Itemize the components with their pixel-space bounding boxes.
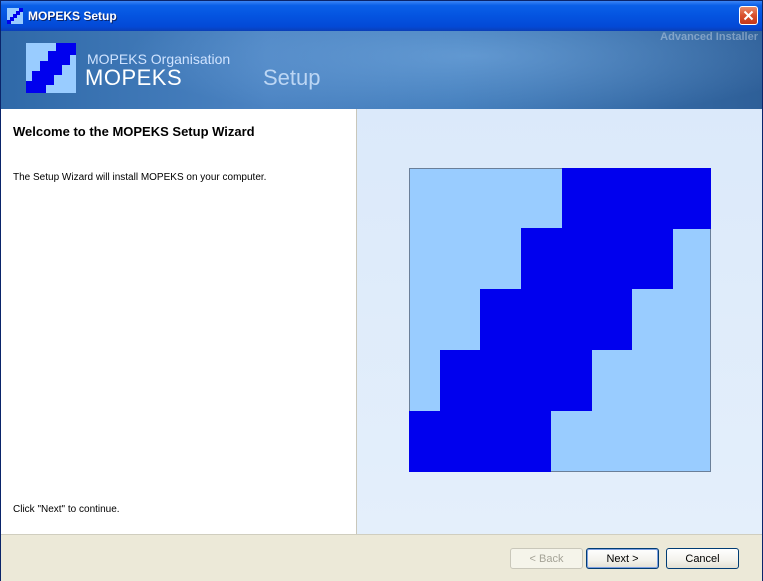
banner-setup-label: Setup	[263, 65, 321, 90]
close-icon	[743, 10, 754, 21]
banner-logo	[26, 43, 76, 93]
cancel-button[interactable]: Cancel	[666, 548, 739, 569]
setup-window: MOPEKS Setup MOPEKS Organisation MOPEKS …	[0, 0, 763, 581]
welcome-panel: Welcome to the MOPEKS Setup Wizard The S…	[1, 109, 357, 534]
welcome-title: Welcome to the MOPEKS Setup Wizard	[13, 124, 255, 139]
mopeks-logo	[409, 168, 711, 472]
button-bar: < Back Next > Cancel	[1, 534, 762, 581]
image-panel	[357, 109, 762, 534]
close-button[interactable]	[739, 6, 758, 25]
banner-product-name: MOPEKS	[85, 65, 183, 90]
mopeks-app-icon	[7, 8, 23, 24]
window-title: MOPEKS Setup	[28, 9, 117, 23]
header-banner: MOPEKS Organisation MOPEKS Setup Advance…	[1, 31, 762, 109]
continue-hint: Click "Next" to continue.	[13, 504, 120, 515]
title-bar[interactable]: MOPEKS Setup	[1, 1, 762, 31]
welcome-description: The Setup Wizard will install MOPEKS on …	[13, 172, 267, 183]
next-button[interactable]: Next >	[586, 548, 659, 569]
back-button[interactable]: < Back	[510, 548, 583, 569]
installer-watermark: Advanced Installer	[660, 31, 758, 43]
